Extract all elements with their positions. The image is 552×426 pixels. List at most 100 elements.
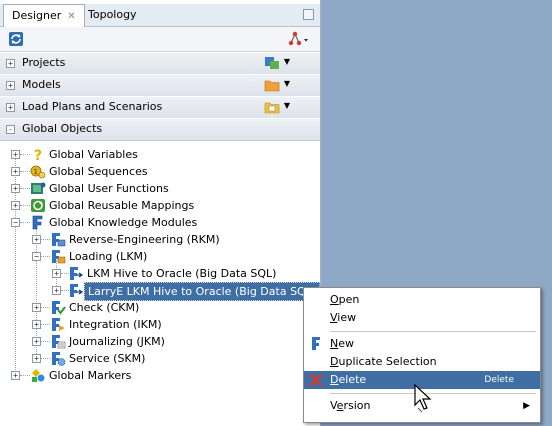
load-plans-menu-icon[interactable] (264, 100, 280, 114)
expand-toggle[interactable]: + (6, 81, 15, 90)
tree-item-lkm[interactable]: − Loading (LKM) (0, 248, 320, 265)
expand-toggle[interactable]: + (11, 167, 20, 176)
tree-item-ckm[interactable]: + Check (CKM) (0, 299, 320, 316)
menu-item-open[interactable]: Open (304, 291, 540, 309)
accordion-load-plans-label: Load Plans and Scenarios (22, 100, 163, 113)
designer-panel: Designer ✕ Topology + Projects ▼ + Model… (0, 0, 321, 426)
tree-item-label: Global Markers (49, 369, 132, 382)
accordion-models[interactable]: + Models ▼ (0, 74, 320, 97)
new-icon (312, 337, 320, 350)
tree-item-global-markers[interactable]: + Global Markers (0, 367, 320, 384)
close-icon[interactable]: ✕ (67, 11, 75, 22)
tree-item-global-knowledge-modules[interactable]: − Global Knowledge Modules (0, 214, 320, 231)
svg-text:1: 1 (34, 168, 38, 176)
tab-topology-label: Topology (88, 8, 137, 21)
expand-toggle[interactable]: + (32, 337, 41, 346)
expand-toggle[interactable]: + (32, 235, 41, 244)
menu-item-new[interactable]: New (304, 335, 540, 353)
accordion-projects-label: Projects (22, 56, 66, 69)
tree-item-label: Global Reusable Mappings (49, 199, 195, 212)
accordion-projects[interactable]: + Projects ▼ (0, 52, 320, 75)
tree-item-global-user-functions[interactable]: + Global User Functions (0, 180, 320, 197)
tree-item-rkm[interactable]: + Reverse-Engineering (RKM) (0, 231, 320, 248)
tree-item-label: Journalizing (JKM) (69, 335, 165, 348)
menu-item-label: Open (330, 293, 360, 306)
menu-item-label: Delete (330, 373, 367, 386)
expand-toggle[interactable]: + (32, 320, 41, 329)
menu-item-label: View (330, 311, 357, 324)
tab-bar: Designer ✕ Topology (0, 4, 320, 27)
expand-toggle[interactable]: + (11, 371, 20, 380)
tree-item-label: Reverse-Engineering (RKM) (69, 233, 220, 246)
lkm-folder-icon (52, 250, 66, 264)
tree-item-label: Global Sequences (49, 165, 148, 178)
tree-item-global-sequences[interactable]: + 1 Global Sequences (0, 163, 320, 180)
minimize-icon[interactable] (303, 9, 314, 20)
menu-item-view[interactable]: View (304, 309, 540, 327)
accordion-global-objects-label: Global Objects (22, 122, 103, 135)
jkm-folder-icon (52, 335, 66, 349)
mouse-cursor-icon (414, 384, 432, 413)
dropdown-arrow-icon[interactable]: ▼ (284, 57, 290, 66)
tab-designer[interactable]: Designer ✕ (3, 4, 85, 27)
lkm-icon (70, 284, 84, 297)
sequence-icon: 1 (30, 165, 46, 179)
expand-toggle[interactable]: + (52, 269, 61, 278)
models-menu-icon[interactable] (264, 78, 280, 92)
menu-item-duplicate-selection[interactable]: Duplicate Selection (304, 353, 540, 371)
collapse-toggle[interactable]: − (11, 218, 20, 227)
tree-item-label: Global User Functions (49, 182, 169, 195)
dropdown-arrow-icon[interactable]: ▼ (284, 101, 290, 110)
reusable-mapping-icon (31, 199, 45, 212)
menu-separator (330, 331, 536, 332)
tree-item-label: Service (SKM) (69, 352, 146, 365)
ikm-folder-icon (52, 318, 65, 331)
svg-text:?: ? (34, 148, 42, 162)
tree-item-skm[interactable]: + Service (SKM) (0, 350, 320, 367)
tree-item-global-variables[interactable]: + ? Global Variables (0, 146, 320, 163)
knowledge-module-icon (32, 215, 43, 230)
menu-item-label: Duplicate Selection (330, 355, 437, 368)
refresh-icon[interactable] (8, 31, 24, 47)
markers-icon (32, 369, 45, 382)
connect-menu-icon[interactable] (288, 31, 310, 47)
expand-toggle[interactable]: + (11, 201, 20, 210)
tree-item-label: Check (CKM) (69, 301, 140, 314)
expand-toggle[interactable]: + (32, 303, 41, 312)
menu-item-label: New (330, 337, 354, 350)
expand-toggle[interactable]: + (11, 150, 20, 159)
delete-icon (309, 373, 323, 387)
projects-menu-icon[interactable] (264, 56, 280, 70)
expand-toggle[interactable]: + (6, 59, 15, 68)
expand-toggle[interactable]: + (52, 286, 61, 295)
tree-item-larrye-lkm-hive-to-oracle[interactable]: + LarryE LKM Hive to Oracle (Big Data SQ… (0, 282, 321, 301)
dropdown-arrow-icon[interactable]: ▼ (284, 79, 290, 88)
skm-folder-icon (52, 352, 66, 366)
toolbar (0, 27, 320, 52)
expand-toggle[interactable]: + (6, 103, 15, 112)
accordion-models-label: Models (22, 78, 61, 91)
expand-toggle[interactable]: + (11, 184, 20, 193)
tree-item-ikm[interactable]: + Integration (IKM) (0, 316, 320, 333)
tree-item-global-reusable-mappings[interactable]: + Global Reusable Mappings (0, 197, 320, 214)
collapse-toggle[interactable]: − (32, 252, 41, 261)
menu-item-shortcut: Delete (484, 375, 514, 385)
tree-item-lkm-hive-to-oracle[interactable]: + LKM Hive to Oracle (Big Data SQL) (0, 265, 320, 282)
accordion-global-objects[interactable]: - Global Objects (0, 118, 320, 141)
tree-item-label: Global Variables (49, 148, 138, 161)
tab-topology[interactable]: Topology (80, 4, 145, 25)
tree-item-label: Integration (IKM) (69, 318, 162, 331)
user-function-icon (31, 182, 46, 194)
rkm-folder-icon (52, 233, 66, 247)
menu-item-label: Version (330, 399, 371, 412)
collapse-toggle[interactable]: - (6, 125, 15, 134)
tree-item-label: Global Knowledge Modules (49, 216, 198, 229)
accordion-load-plans[interactable]: + Load Plans and Scenarios ▼ (0, 96, 320, 119)
lkm-icon (70, 267, 84, 280)
tree-item-jkm[interactable]: + Journalizing (JKM) (0, 333, 320, 350)
expand-toggle[interactable]: + (32, 354, 41, 363)
tab-designer-label: Designer (12, 9, 62, 22)
submenu-arrow-icon: ▶ (523, 401, 530, 411)
tree-item-label: LKM Hive to Oracle (Big Data SQL) (87, 267, 277, 280)
global-objects-tree: + ? Global Variables + 1 Global Sequence… (0, 146, 321, 426)
